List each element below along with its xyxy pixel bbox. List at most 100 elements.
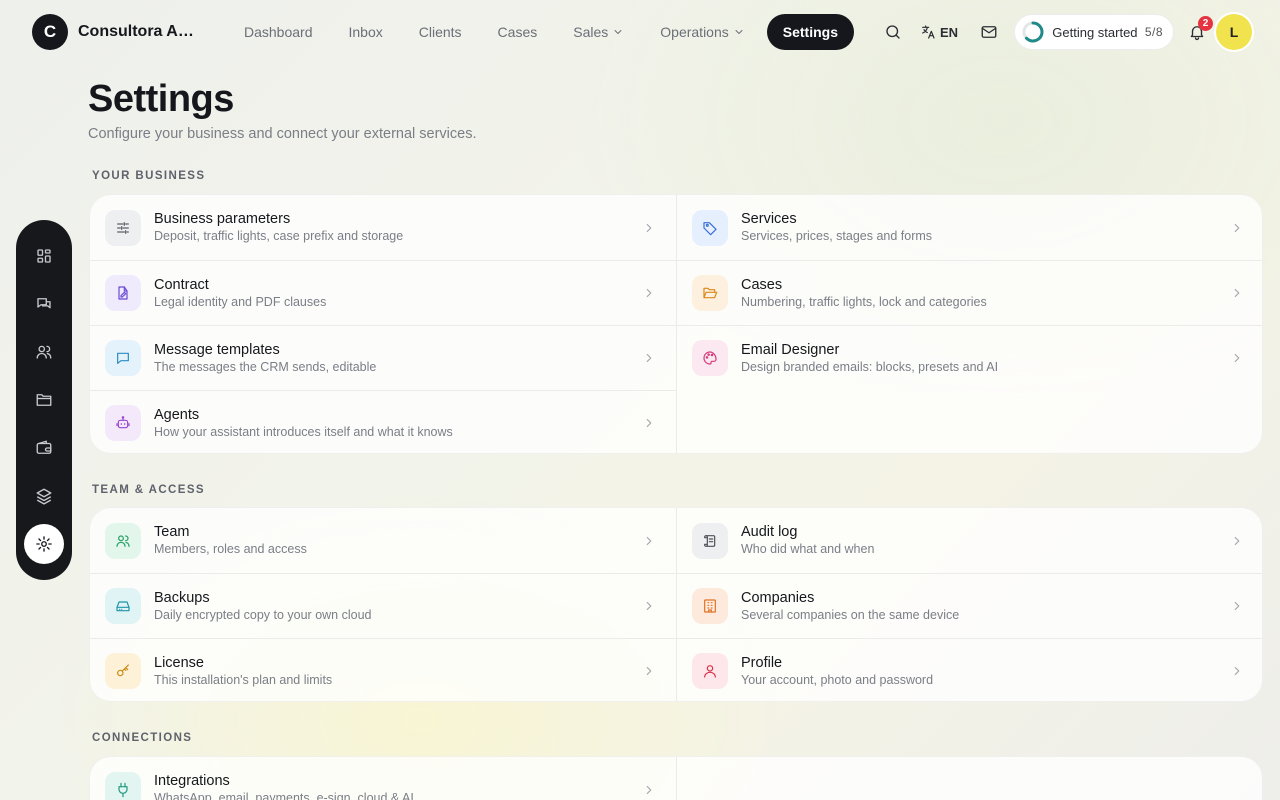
section-label-team: TEAM & ACCESS xyxy=(92,484,205,496)
chevron-right-icon xyxy=(1234,353,1240,363)
translate-icon xyxy=(922,25,935,39)
getting-started-button[interactable]: Getting started 5/8 xyxy=(1014,14,1174,50)
row-title: Business parameters xyxy=(154,211,291,227)
chevron-right-icon xyxy=(646,288,652,298)
chevron-right-icon xyxy=(646,223,652,232)
settings-row-team[interactable]: Team Members, roles and access xyxy=(90,508,676,573)
row-description: This installation's plan and limits xyxy=(154,672,333,687)
brand-name: Consultora Aur... xyxy=(78,23,202,40)
chevron-right-icon xyxy=(646,418,652,428)
users-icon xyxy=(36,345,52,359)
row-title: Team xyxy=(154,524,190,540)
message-square-icon xyxy=(117,352,129,364)
mail-icon xyxy=(981,26,997,38)
chevron-down-icon xyxy=(614,30,622,34)
settings-row-contract[interactable]: Contract Legal identity and PDF clauses xyxy=(90,260,676,325)
mail-button[interactable] xyxy=(972,15,1006,49)
settings-row-license[interactable]: License This installation's plan and limi… xyxy=(90,638,676,701)
row-icon-badge xyxy=(692,275,728,311)
brand-logo: C xyxy=(32,14,68,50)
bot-icon xyxy=(116,416,130,429)
wallet-icon xyxy=(36,440,52,454)
settings-row-companies[interactable]: Companies Several companies on the same d… xyxy=(677,573,1262,638)
chevron-down-icon xyxy=(735,30,743,34)
row-title: Message templates xyxy=(154,341,280,358)
dock-dashboard[interactable] xyxy=(24,236,64,276)
dock-sales[interactable] xyxy=(24,428,64,468)
dock-inbox[interactable] xyxy=(24,284,64,324)
settings-row-services[interactable]: Services Services, prices, stages and for… xyxy=(677,195,1262,260)
settings-row-cases[interactable]: Cases Numbering, traffic lights, lock and… xyxy=(677,260,1262,325)
row-description: Design branded emails: blocks, presets a… xyxy=(741,359,999,374)
row-description: Numbering, traffic lights, lock and cate… xyxy=(741,294,987,309)
nav-settings[interactable]: Settings xyxy=(766,14,854,50)
avatar[interactable]: L xyxy=(1216,14,1252,50)
row-title: Email Designer xyxy=(741,341,840,358)
nav-operations[interactable]: Operations xyxy=(642,14,762,50)
nav-sales[interactable]: Sales xyxy=(555,14,642,50)
dock-clients[interactable] xyxy=(24,332,64,372)
brand[interactable]: C Consultora Aur... xyxy=(32,14,202,50)
row-icon-badge xyxy=(692,340,728,376)
team-right-column: Audit log Who did what and when Companies S… xyxy=(676,508,1262,701)
user-icon xyxy=(704,665,716,678)
scroll-icon xyxy=(704,534,716,547)
nav-inbox-label: Inbox xyxy=(348,24,383,40)
row-text: Backups Daily encrypted copy to your own … xyxy=(154,590,642,623)
chevron-right-icon xyxy=(1234,601,1240,611)
row-icon-badge xyxy=(692,209,728,246)
chevron-right-icon xyxy=(646,666,652,676)
row-text: License This installation's plan and limi… xyxy=(154,655,642,688)
palette-icon xyxy=(703,351,717,365)
connections-right-column xyxy=(676,757,1262,800)
business-left-column: Business parameters Deposit, traffic ligh… xyxy=(90,195,676,453)
nav-dashboard[interactable]: Dashboard xyxy=(226,14,331,50)
row-icon-badge xyxy=(692,588,728,624)
nav-sales-label: Sales xyxy=(573,24,609,40)
row-description: Several companies on the same device xyxy=(741,607,960,622)
nav-inbox[interactable]: Inbox xyxy=(331,14,401,50)
row-text: Companies Several companies on the same d… xyxy=(741,590,1230,623)
messages-icon xyxy=(37,298,51,309)
settings-row-business-parameters[interactable]: Business parameters Deposit, traffic ligh… xyxy=(90,195,676,260)
row-icon-badge xyxy=(105,588,141,624)
team-settings-card: Team Members, roles and access Backups Dail… xyxy=(89,507,1263,702)
row-title: Audit log xyxy=(741,524,798,540)
settings-row-backups[interactable]: Backups Daily encrypted copy to your own … xyxy=(90,573,676,638)
dock-cases[interactable] xyxy=(24,380,64,420)
settings-row-profile[interactable]: Profile Your account, photo and password xyxy=(677,638,1262,701)
search-icon xyxy=(886,25,900,39)
settings-row-integrations[interactable]: Integrations WhatsApp, email, payments, e… xyxy=(90,757,676,800)
page-subtitle: Configure your business and connect your… xyxy=(88,126,477,142)
settings-row-email-designer[interactable]: Email Designer Design branded emails: blo… xyxy=(677,325,1262,390)
row-icon-badge xyxy=(692,653,728,689)
plug-icon xyxy=(118,782,128,797)
notifications-button[interactable]: 2 xyxy=(1180,15,1214,49)
users-icon xyxy=(116,534,130,547)
nav-clients[interactable]: Clients xyxy=(401,14,480,50)
row-text: Contract Legal identity and PDF clauses xyxy=(154,277,642,310)
row-title: Services xyxy=(741,211,797,227)
team-left-column: Team Members, roles and access Backups Dail… xyxy=(90,508,676,701)
row-text: Integrations WhatsApp, email, payments, e… xyxy=(154,773,642,800)
settings-row-audit-log[interactable]: Audit log Who did what and when xyxy=(677,508,1262,573)
chevron-right-icon xyxy=(1234,223,1240,232)
settings-row-message-templates[interactable]: Message templates The messages the CRM se… xyxy=(90,325,676,390)
row-description: WhatsApp, email, payments, e-sign, cloud… xyxy=(154,791,414,800)
main-nav: Dashboard Inbox Clients Cases Sales Oper… xyxy=(226,14,854,50)
dock-settings[interactable] xyxy=(24,524,64,564)
nav-clients-label: Clients xyxy=(418,24,462,40)
dock-operations[interactable] xyxy=(24,476,64,516)
language-button[interactable]: EN xyxy=(910,15,968,49)
row-icon-badge xyxy=(692,522,728,559)
tag-icon xyxy=(703,221,717,235)
settings-row-agents[interactable]: Agents How your assistant introduces itse… xyxy=(90,390,676,453)
row-text: Email Designer Design branded emails: blo… xyxy=(741,342,1230,375)
nav-cases-label: Cases xyxy=(497,24,538,40)
nav-cases[interactable]: Cases xyxy=(480,14,556,50)
row-description: Deposit, traffic lights, case prefix and… xyxy=(154,229,404,243)
page-title: Settings xyxy=(88,78,234,120)
getting-started-label: Getting started xyxy=(1052,24,1138,40)
row-title: Profile xyxy=(741,654,783,671)
search-button[interactable] xyxy=(876,15,910,49)
